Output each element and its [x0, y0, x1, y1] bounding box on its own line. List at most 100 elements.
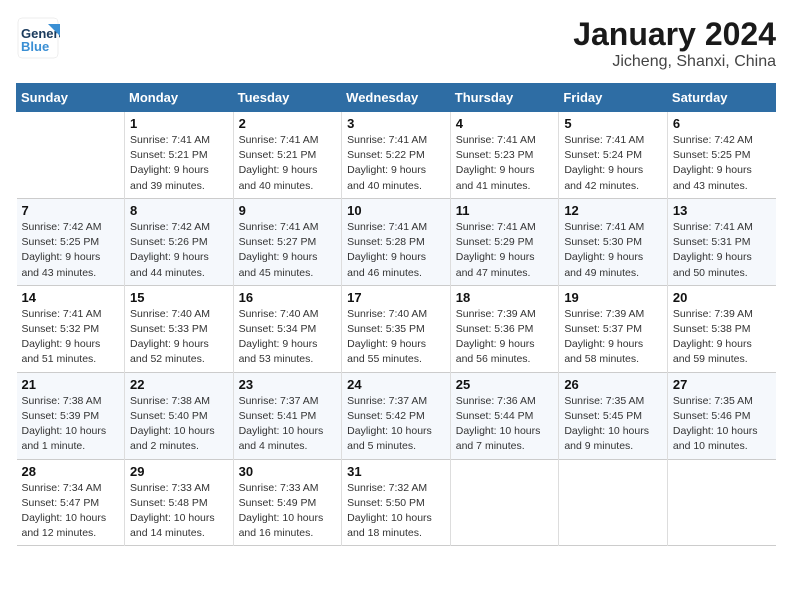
calendar-cell [17, 112, 125, 199]
calendar-cell [559, 459, 668, 546]
calendar-week-5: 28 Sunrise: 7:34 AMSunset: 5:47 PMDayligh… [17, 459, 776, 546]
day-info: Sunrise: 7:41 AMSunset: 5:21 PMDaylight:… [130, 133, 228, 194]
day-info: Sunrise: 7:38 AMSunset: 5:39 PMDaylight:… [22, 394, 120, 455]
calendar-cell: 2Sunrise: 7:41 AMSunset: 5:21 PMDaylight… [233, 112, 342, 199]
day-number: 5 [564, 116, 662, 131]
day-info: Sunrise: 7:39 AMSunset: 5:36 PMDaylight:… [456, 307, 554, 368]
calendar-cell: 5 Sunrise: 7:41 AMSunset: 5:24 PMDaylight… [559, 112, 668, 199]
day-number: 17 [347, 290, 445, 305]
header-friday: Friday [559, 84, 668, 112]
day-number: 22 [130, 377, 228, 392]
day-number: 3 [347, 116, 445, 131]
day-number: 1 [130, 116, 228, 131]
calendar-week-4: 21 Sunrise: 7:38 AMSunset: 5:39 PMDayligh… [17, 372, 776, 459]
calendar-cell: 10 Sunrise: 7:41 AMSunset: 5:28 PMDayligh… [342, 198, 451, 285]
day-number: 18 [456, 290, 554, 305]
calendar-cell: 29Sunrise: 7:33 AMSunset: 5:48 PMDayligh… [125, 459, 234, 546]
day-number: 20 [673, 290, 771, 305]
day-info: Sunrise: 7:41 AMSunset: 5:24 PMDaylight:… [564, 133, 662, 194]
day-number: 28 [22, 464, 120, 479]
page-header: General Blue January 2024 Jicheng, Shanx… [16, 16, 776, 71]
calendar-cell: 13 Sunrise: 7:41 AMSunset: 5:31 PMDayligh… [667, 198, 775, 285]
day-number: 23 [239, 377, 337, 392]
day-info: Sunrise: 7:40 AMSunset: 5:35 PMDaylight:… [347, 307, 445, 368]
calendar-cell: 26 Sunrise: 7:35 AMSunset: 5:45 PMDayligh… [559, 372, 668, 459]
calendar-cell [667, 459, 775, 546]
day-info: Sunrise: 7:42 AMSunset: 5:25 PMDaylight:… [673, 133, 771, 194]
day-number: 6 [673, 116, 771, 131]
calendar-cell: 11Sunrise: 7:41 AMSunset: 5:29 PMDayligh… [450, 198, 559, 285]
day-info: Sunrise: 7:35 AMSunset: 5:45 PMDaylight:… [564, 394, 662, 455]
logo: General Blue [16, 16, 60, 60]
calendar-cell: 30 Sunrise: 7:33 AMSunset: 5:49 PMDayligh… [233, 459, 342, 546]
day-info: Sunrise: 7:33 AMSunset: 5:49 PMDaylight:… [239, 481, 337, 542]
calendar-cell: 19Sunrise: 7:39 AMSunset: 5:37 PMDayligh… [559, 285, 668, 372]
calendar-cell: 31 Sunrise: 7:32 AMSunset: 5:50 PMDayligh… [342, 459, 451, 546]
day-info: Sunrise: 7:41 AMSunset: 5:21 PMDaylight:… [239, 133, 337, 194]
calendar-cell [450, 459, 559, 546]
calendar-cell: 28 Sunrise: 7:34 AMSunset: 5:47 PMDayligh… [17, 459, 125, 546]
header-tuesday: Tuesday [233, 84, 342, 112]
day-number: 27 [673, 377, 771, 392]
day-number: 21 [22, 377, 120, 392]
calendar-week-3: 14 Sunrise: 7:41 AMSunset: 5:32 PMDayligh… [17, 285, 776, 372]
calendar-cell: 1 Sunrise: 7:41 AMSunset: 5:21 PMDaylight… [125, 112, 234, 199]
header-saturday: Saturday [667, 84, 775, 112]
day-info: Sunrise: 7:41 AMSunset: 5:22 PMDaylight:… [347, 133, 445, 194]
day-info: Sunrise: 7:32 AMSunset: 5:50 PMDaylight:… [347, 481, 445, 542]
day-info: Sunrise: 7:38 AMSunset: 5:40 PMDaylight:… [130, 394, 228, 455]
calendar-cell: 14 Sunrise: 7:41 AMSunset: 5:32 PMDayligh… [17, 285, 125, 372]
day-number: 9 [239, 203, 337, 218]
day-info: Sunrise: 7:37 AMSunset: 5:42 PMDaylight:… [347, 394, 445, 455]
calendar-cell: 25Sunrise: 7:36 AMSunset: 5:44 PMDayligh… [450, 372, 559, 459]
day-info: Sunrise: 7:41 AMSunset: 5:28 PMDaylight:… [347, 220, 445, 281]
calendar-cell: 4 Sunrise: 7:41 AMSunset: 5:23 PMDaylight… [450, 112, 559, 199]
day-number: 26 [564, 377, 662, 392]
header-wednesday: Wednesday [342, 84, 451, 112]
day-number: 10 [347, 203, 445, 218]
calendar-cell: 16Sunrise: 7:40 AMSunset: 5:34 PMDayligh… [233, 285, 342, 372]
calendar-cell: 15 Sunrise: 7:40 AMSunset: 5:33 PMDayligh… [125, 285, 234, 372]
header-monday: Monday [125, 84, 234, 112]
calendar-header-row: SundayMondayTuesdayWednesdayThursdayFrid… [17, 84, 776, 112]
day-number: 8 [130, 203, 228, 218]
day-info: Sunrise: 7:41 AMSunset: 5:23 PMDaylight:… [456, 133, 554, 194]
day-number: 11 [456, 203, 554, 218]
day-number: 14 [22, 290, 120, 305]
calendar-cell: 3 Sunrise: 7:41 AMSunset: 5:22 PMDaylight… [342, 112, 451, 199]
calendar-cell: 6 Sunrise: 7:42 AMSunset: 5:25 PMDaylight… [667, 112, 775, 199]
calendar-cell: 23 Sunrise: 7:37 AMSunset: 5:41 PMDayligh… [233, 372, 342, 459]
day-number: 4 [456, 116, 554, 131]
day-number: 31 [347, 464, 445, 479]
day-info: Sunrise: 7:41 AMSunset: 5:32 PMDaylight:… [22, 307, 120, 368]
day-number: 12 [564, 203, 662, 218]
day-number: 25 [456, 377, 554, 392]
location-title: Jicheng, Shanxi, China [573, 53, 776, 71]
calendar-cell: 8 Sunrise: 7:42 AMSunset: 5:26 PMDaylight… [125, 198, 234, 285]
day-info: Sunrise: 7:40 AMSunset: 5:34 PMDaylight:… [239, 307, 337, 368]
day-number: 30 [239, 464, 337, 479]
calendar-cell: 7Sunrise: 7:42 AMSunset: 5:25 PMDaylight… [17, 198, 125, 285]
day-info: Sunrise: 7:34 AMSunset: 5:47 PMDaylight:… [22, 481, 120, 542]
day-number: 13 [673, 203, 771, 218]
calendar-cell: 9 Sunrise: 7:41 AMSunset: 5:27 PMDaylight… [233, 198, 342, 285]
day-info: Sunrise: 7:42 AMSunset: 5:26 PMDaylight:… [130, 220, 228, 281]
calendar-cell: 21 Sunrise: 7:38 AMSunset: 5:39 PMDayligh… [17, 372, 125, 459]
calendar-cell: 17 Sunrise: 7:40 AMSunset: 5:35 PMDayligh… [342, 285, 451, 372]
calendar-cell: 18 Sunrise: 7:39 AMSunset: 5:36 PMDayligh… [450, 285, 559, 372]
calendar-cell: 24Sunrise: 7:37 AMSunset: 5:42 PMDayligh… [342, 372, 451, 459]
day-info: Sunrise: 7:35 AMSunset: 5:46 PMDaylight:… [673, 394, 771, 455]
day-info: Sunrise: 7:42 AMSunset: 5:25 PMDaylight:… [22, 220, 120, 281]
logo-icon: General Blue [16, 16, 60, 60]
day-number: 29 [130, 464, 228, 479]
day-info: Sunrise: 7:40 AMSunset: 5:33 PMDaylight:… [130, 307, 228, 368]
day-number: 15 [130, 290, 228, 305]
calendar-cell: 12Sunrise: 7:41 AMSunset: 5:30 PMDayligh… [559, 198, 668, 285]
calendar-week-1: 1 Sunrise: 7:41 AMSunset: 5:21 PMDaylight… [17, 112, 776, 199]
day-info: Sunrise: 7:39 AMSunset: 5:37 PMDaylight:… [564, 307, 662, 368]
day-info: Sunrise: 7:37 AMSunset: 5:41 PMDaylight:… [239, 394, 337, 455]
calendar-body: 1 Sunrise: 7:41 AMSunset: 5:21 PMDaylight… [17, 112, 776, 546]
day-info: Sunrise: 7:41 AMSunset: 5:31 PMDaylight:… [673, 220, 771, 281]
day-info: Sunrise: 7:41 AMSunset: 5:27 PMDaylight:… [239, 220, 337, 281]
calendar-cell: 22 Sunrise: 7:38 AMSunset: 5:40 PMDayligh… [125, 372, 234, 459]
